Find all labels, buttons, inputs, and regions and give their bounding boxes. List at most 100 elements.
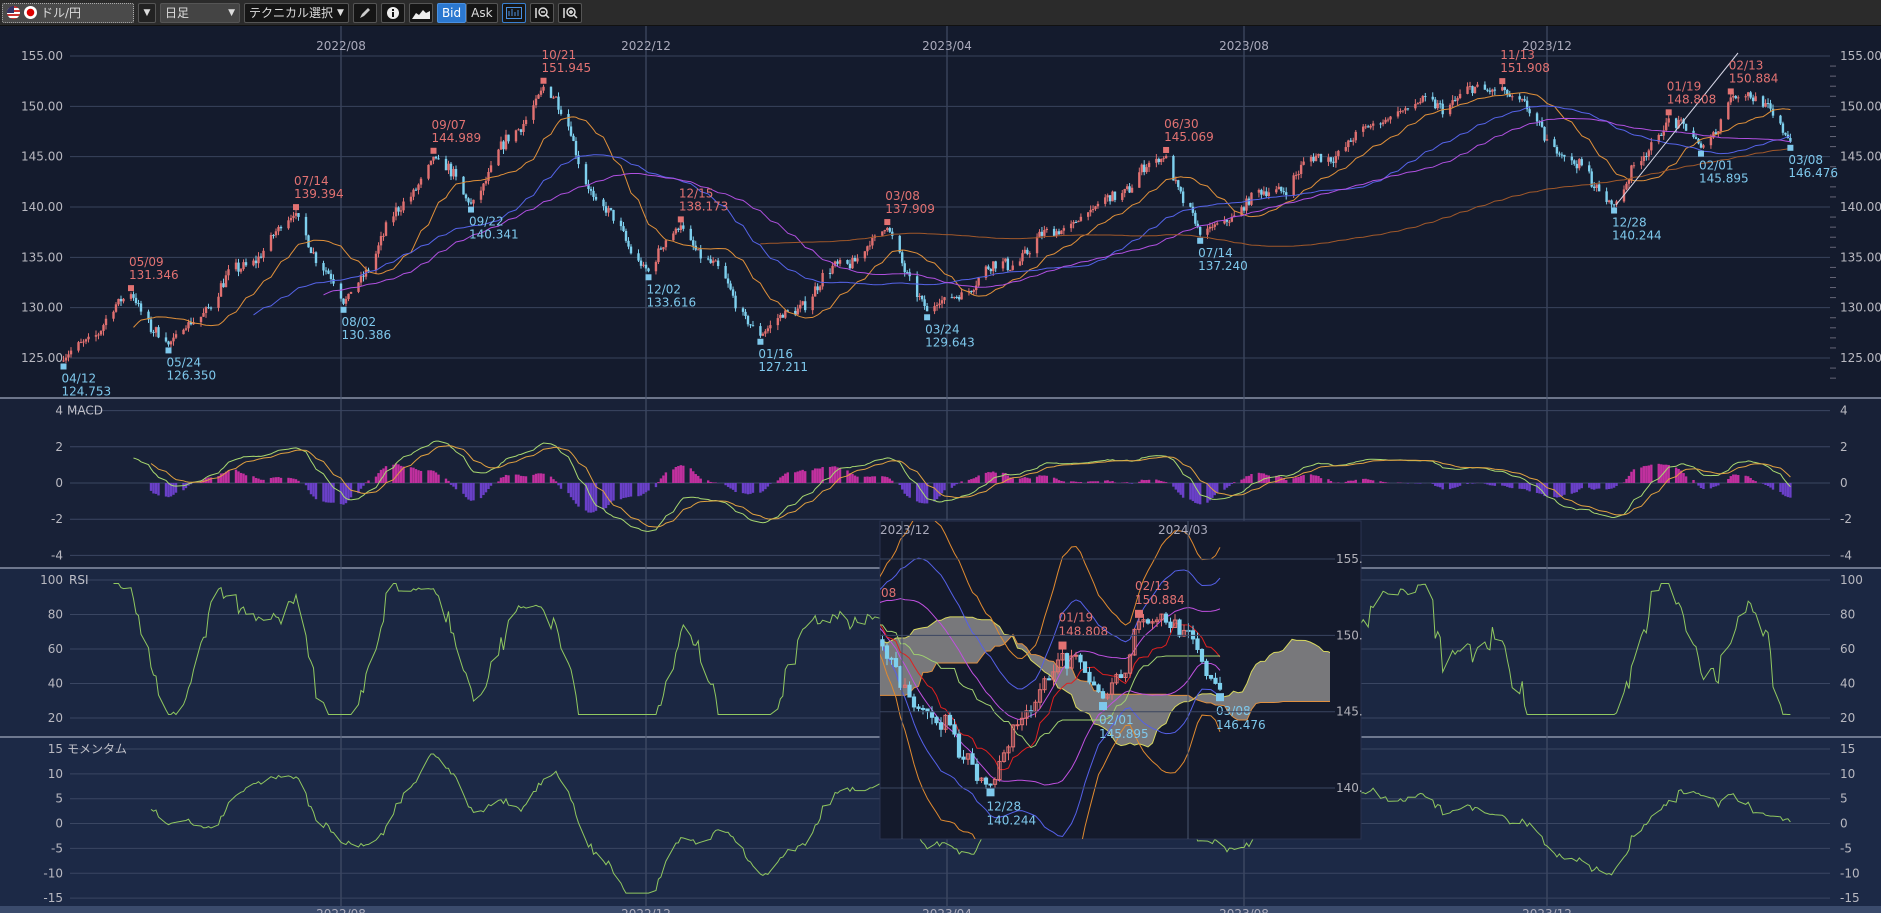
draw-tool-button[interactable] <box>352 2 377 23</box>
candle-body <box>244 262 248 266</box>
info-button[interactable] <box>380 2 405 23</box>
macd-histogram-bar <box>532 474 535 483</box>
swing-high-marker <box>430 147 437 154</box>
currency-pair-dropdown-button[interactable]: ▼ <box>138 2 156 23</box>
candle-body <box>1540 121 1544 127</box>
macd-histogram-bar <box>1520 483 1524 489</box>
macd-histogram-bar <box>1155 479 1158 483</box>
ask-toggle[interactable]: Ask <box>466 2 498 23</box>
candle-body <box>654 262 658 272</box>
macd-histogram-bar <box>1329 480 1333 483</box>
candle-body <box>1121 193 1124 200</box>
candle-body <box>1194 212 1197 224</box>
macd-histogram-bar <box>444 478 448 483</box>
macd-histogram-bar <box>1160 480 1163 483</box>
currency-pair-select[interactable]: ドル/円 <box>2 2 134 23</box>
candle-body <box>1667 118 1670 123</box>
macd-histogram-bar <box>1493 483 1497 486</box>
candle-body <box>1057 231 1061 235</box>
candle-body <box>1424 96 1427 98</box>
annotation-date: 06/30 <box>1164 117 1199 131</box>
candle-body <box>940 300 944 304</box>
macd-histogram-bar <box>799 470 802 483</box>
candle-body <box>883 230 887 232</box>
candle-body <box>828 272 832 274</box>
macd-histogram-bar <box>1431 483 1434 484</box>
swing-low-marker <box>1197 237 1204 244</box>
candle-body <box>1625 183 1628 190</box>
inset-price-label: 155. <box>1336 552 1363 566</box>
candle-body <box>1035 236 1039 254</box>
candle-body <box>1650 142 1653 151</box>
candle-body <box>1314 155 1318 162</box>
macd-histogram-bar <box>828 466 832 483</box>
macd-histogram-bar <box>419 470 423 483</box>
macd-histogram-bar <box>1299 475 1303 483</box>
inset-candle-body <box>988 783 993 786</box>
macd-histogram-bar <box>1406 483 1410 484</box>
inset-candle-body <box>907 684 912 698</box>
inset-candle-body <box>1204 660 1209 676</box>
macd-histogram-bar <box>1630 471 1633 483</box>
macd-histogram-bar <box>1699 483 1703 488</box>
zoom-in-button[interactable] <box>557 2 582 23</box>
macd-histogram-bar <box>1292 478 1295 483</box>
macd-histogram-bar <box>1177 483 1180 493</box>
macd-histogram-bar <box>1094 481 1097 483</box>
candle-body <box>1744 96 1747 98</box>
swing-low-marker <box>1697 150 1704 157</box>
indicator-axis-label-right: 60 <box>1840 642 1855 656</box>
indicator-axis-label-left: -10 <box>43 866 63 880</box>
macd-histogram-bar <box>1771 483 1775 490</box>
macd-histogram-bar <box>412 467 415 483</box>
swing-high-marker <box>1727 88 1734 95</box>
macd-histogram-bar <box>1055 478 1058 483</box>
candle-body <box>1369 125 1372 128</box>
macd-histogram-bar <box>1697 483 1700 486</box>
candle-body <box>629 246 633 254</box>
candle-body <box>1181 191 1185 203</box>
inset-candle-body <box>947 714 953 726</box>
zoom-out-button[interactable] <box>529 2 554 23</box>
price-axis-label-left: 130.00 <box>21 301 63 315</box>
indicator-title: RSI <box>69 573 89 587</box>
candle-body <box>1247 198 1251 205</box>
chart-type-button[interactable] <box>408 2 433 23</box>
macd-histogram-bar <box>746 483 750 495</box>
indicator-axis-label-left: 4 <box>55 404 63 418</box>
candle-body <box>1004 258 1007 262</box>
timeframe-select[interactable]: 日足 ▼ <box>160 2 240 23</box>
macd-histogram-bar <box>567 483 570 494</box>
macd-histogram-bar <box>1592 483 1596 490</box>
candle-body <box>1142 164 1146 173</box>
chart-area[interactable]: 2022/08 2022/08 2022/12 2022/12 2023/04 2023/… <box>0 26 1881 913</box>
bid-toggle[interactable]: Bid <box>436 2 467 23</box>
swing-high-marker <box>293 204 299 211</box>
candle-body <box>970 291 973 293</box>
macd-histogram-bar <box>1595 483 1598 489</box>
macd-histogram-bar <box>856 476 859 483</box>
macd-histogram-bar <box>759 483 762 493</box>
candle-body <box>569 126 573 136</box>
macd-histogram-bar <box>781 475 785 483</box>
candle-body <box>322 263 325 271</box>
candle-body <box>1727 102 1730 120</box>
candle-body <box>933 306 936 312</box>
candle-body <box>1592 186 1596 188</box>
macd-histogram-bar <box>1560 483 1564 497</box>
candle-body <box>1245 198 1248 211</box>
macd-histogram-bar <box>609 483 613 503</box>
macd-histogram-bar <box>1714 483 1718 487</box>
macd-histogram-bar <box>853 475 857 483</box>
candle-body <box>77 342 80 351</box>
technical-select-button[interactable]: テクニカル選択 ▼ <box>244 2 349 23</box>
annotation-date: 07/14 <box>294 174 329 188</box>
swing-low-marker <box>468 206 474 213</box>
macd-histogram-bar <box>1511 483 1514 489</box>
macd-histogram-bar <box>1069 481 1073 483</box>
candle-body <box>469 202 473 204</box>
candle-body <box>1642 156 1646 162</box>
indicator-button[interactable] <box>501 2 526 23</box>
inset-annotation-price: 148.808 <box>1059 625 1109 639</box>
macd-histogram-bar <box>1453 483 1457 488</box>
